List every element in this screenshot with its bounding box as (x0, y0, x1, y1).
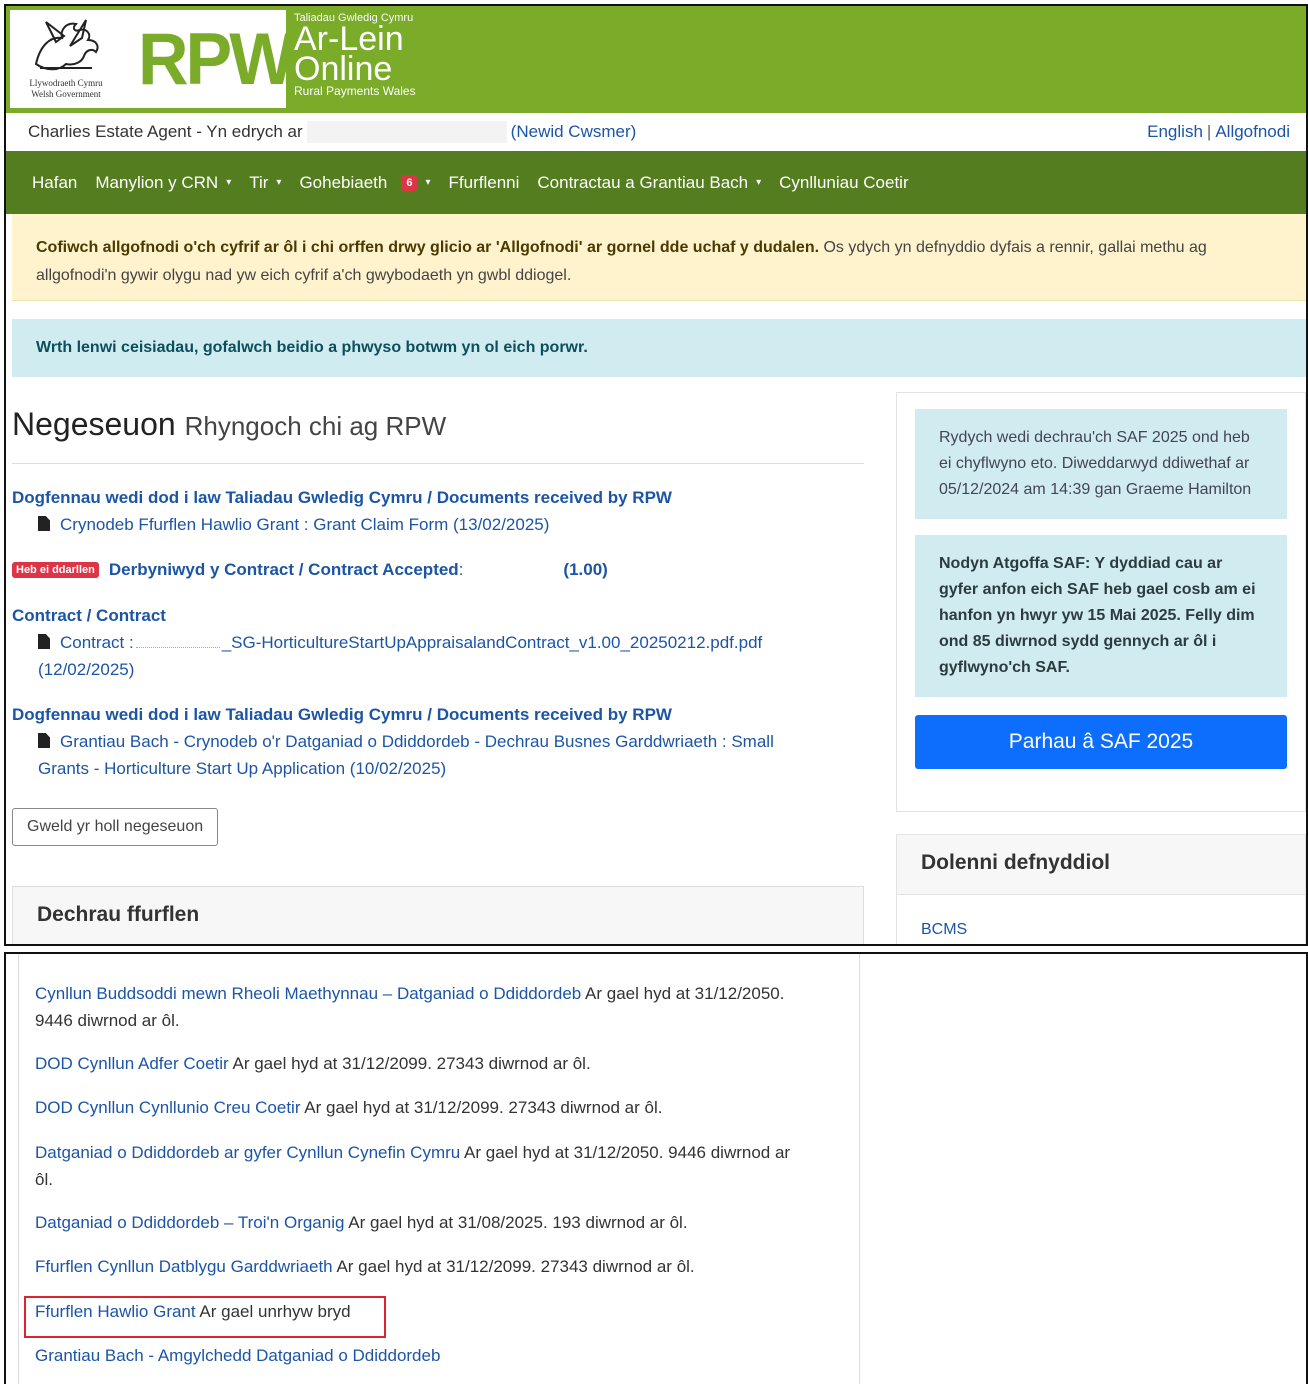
message-heading-link[interactable]: Derbyniwyd y Contract / Contract Accepte… (109, 560, 608, 579)
online-top-label: Taliadau Gwledig Cymru (294, 12, 414, 24)
messages-subtitle: Rhyngoch chi ag RPW (184, 411, 447, 441)
saf-reminder-info: Nodyn Atgoffa SAF: Y dyddiad cau ar gyfe… (915, 535, 1287, 697)
form-list-item: Cynllun Buddsoddi mewn Rheoli Maethynnau… (35, 980, 835, 1034)
message-document-date[interactable]: (12/02/2025) (38, 660, 134, 679)
nav-woodland-plans[interactable]: Cynlluniau Coetir (779, 173, 908, 193)
gov-name-cy: Llywodraeth Cymru (29, 78, 103, 88)
highlight-box (24, 1296, 386, 1338)
rpw-logo-text: RPW (138, 18, 295, 100)
saf-status-info: Rydych wedi dechrau'ch SAF 2025 ond heb … (915, 409, 1287, 519)
site-header: Llywodraeth Cymru Welsh Government RPW T… (6, 6, 1306, 113)
online-bottom-label: Rural Payments Wales (294, 84, 416, 98)
customer-name-redacted (306, 121, 507, 143)
useful-links-title: Dolenni defnyddiol (897, 835, 1305, 895)
form-link[interactable]: DOD Cynllun Cynllunio Creu Coetir (35, 1098, 300, 1117)
messages-section: Negeseuon Rhyngoch chi ag RPW Dogfennau … (12, 406, 864, 846)
form-link[interactable]: Datganiad o Ddiddordeb ar gyfer Cynllun … (35, 1143, 460, 1162)
nav-land[interactable]: Tir ▾ (249, 173, 281, 193)
document-icon (38, 516, 50, 531)
saf-status-card: Rydych wedi dechrau'ch SAF 2025 ond heb … (896, 392, 1306, 812)
form-availability-cont: 9446 diwrnod ar ôl. (35, 1011, 180, 1030)
message-heading-link[interactable]: Dogfennau wedi dod i law Taliadau Gwledi… (12, 705, 672, 724)
message-item: Heb ei ddarllen Derbyniwyd y Contract / C… (12, 556, 864, 584)
message-item: Dogfennau wedi dod i law Taliadau Gwledi… (12, 701, 864, 782)
form-list-item: Datganiad o Ddiddordeb ar gyfer Cynllun … (35, 1139, 835, 1193)
form-list-item: Grantiau Bach - Amgylchedd Datganiad o D… (35, 1342, 835, 1369)
main-nav: Hafan Manylion y CRN ▾ Tir ▾ Gohebiaeth 6 ▾ … (6, 151, 1306, 214)
back-button-info-text: Wrth lenwi ceisiadau, gofalwch beidio a … (36, 339, 588, 356)
welsh-government-logo[interactable]: Llywodraeth Cymru Welsh Government (10, 10, 122, 108)
message-heading-link[interactable]: Contract / Contract (12, 606, 166, 625)
form-availability: Ar gael hyd at 31/12/2050. 9446 diwrnod … (464, 1143, 791, 1162)
form-availability: Ar gael hyd at 31/08/2025. 193 diwrnod a… (348, 1213, 688, 1232)
unread-badge: Heb ei ddarllen (12, 562, 99, 578)
form-link[interactable]: Cynllun Buddsoddi mewn Rheoli Maethynnau… (35, 984, 581, 1003)
nav-contracts-small-grants[interactable]: Contractau a Grantiau Bach ▾ (537, 173, 761, 193)
screenshot-top: Llywodraeth Cymru Welsh Government RPW T… (4, 4, 1308, 946)
message-item: Dogfennau wedi dod i law Taliadau Gwledi… (12, 484, 864, 538)
dragon-icon (34, 19, 99, 71)
message-item: Contract / Contract Contract : _SG-Hortic… (12, 602, 864, 683)
back-button-info-alert: Wrth lenwi ceisiadau, gofalwch beidio a … (12, 319, 1306, 377)
form-list-item: Datganiad o Ddiddordeb – Troi'n Organig … (35, 1209, 835, 1236)
document-icon (38, 733, 50, 748)
messages-title: Negeseuon (12, 406, 176, 442)
form-list-item: DOD Cynllun Cynllunio Creu Coetir Ar gae… (35, 1094, 835, 1121)
change-customer-link[interactable]: (Newid Cwsmer) (511, 122, 637, 142)
message-document-link-cont[interactable]: Grants - Horticulture Start Up Applicati… (38, 759, 446, 778)
chevron-down-icon: ▾ (425, 177, 431, 188)
bcms-link[interactable]: BCMS (921, 921, 967, 938)
form-availability: Ar gael hyd at 31/12/2099. 27343 diwrnod… (232, 1054, 591, 1073)
english-link[interactable]: English (1147, 122, 1203, 142)
form-availability: Ar gael hyd at 31/12/2099. 27343 diwrnod… (304, 1098, 663, 1117)
nav-home[interactable]: Hafan (32, 173, 77, 193)
gov-name-en: Welsh Government (31, 89, 101, 99)
form-link[interactable]: Ffurflen Cynllun Datblygu Garddwriaeth (35, 1257, 333, 1276)
message-document-link[interactable]: Contract : _SG-HorticultureStartUpApprais… (60, 633, 762, 652)
form-link[interactable]: DOD Cynllun Adfer Coetir (35, 1054, 229, 1073)
nav-correspondence[interactable]: Gohebiaeth 6 ▾ (299, 173, 430, 193)
available-forms-list: Cynllun Buddsoddi mewn Rheoli Maethynnau… (18, 954, 860, 1384)
logout-warning-bold: Cofiwch allgofnodi o'ch cyfrif ar ôl i c… (36, 239, 820, 256)
continue-saf-button[interactable]: Parhau â SAF 2025 (915, 715, 1287, 769)
start-form-title: Dechrau ffurflen (37, 903, 200, 926)
form-list-item: Ffurflen Cynllun Datblygu Garddwriaeth A… (35, 1253, 835, 1280)
screenshot-bottom: Cynllun Buddsoddi mewn Rheoli Maethynnau… (4, 952, 1308, 1384)
form-availability-cont: ôl. (35, 1170, 53, 1189)
message-heading-link[interactable]: Dogfennau wedi dod i law Taliadau Gwledi… (12, 488, 672, 507)
online-title: Taliadau Gwledig Cymru Ar-Lein Online Ru… (294, 12, 416, 98)
chevron-down-icon: ▾ (276, 177, 282, 188)
separator: | (1206, 122, 1212, 141)
form-link[interactable]: Grantiau Bach - Amgylchedd Datganiad o D… (35, 1346, 440, 1365)
form-list-item: DOD Cynllun Adfer Coetir Ar gael hyd at … (35, 1050, 835, 1077)
chevron-down-icon: ▾ (226, 177, 232, 188)
view-all-messages-button[interactable]: Gweld yr holl negeseuon (12, 808, 219, 846)
user-bar: Charlies Estate Agent - Yn edrych ar (Ne… (6, 113, 1306, 151)
message-document-link[interactable]: Crynodeb Ffurflen Hawlio Grant : Grant C… (60, 515, 549, 534)
form-availability: Ar gael hyd at 31/12/2099. 27343 diwrnod… (336, 1257, 695, 1276)
online-en-label: Online (294, 50, 393, 88)
nav-crn-details[interactable]: Manylion y CRN ▾ (95, 173, 231, 193)
useful-links-card: Dolenni defnyddiol BCMS (896, 834, 1306, 944)
rpw-logo[interactable]: RPW (122, 10, 295, 108)
form-link[interactable]: Datganiad o Ddiddordeb – Troi'n Organig (35, 1213, 344, 1232)
viewing-as-label: Charlies Estate Agent - Yn edrych ar (28, 122, 303, 141)
correspondence-count-badge: 6 (401, 174, 418, 191)
logout-warning-alert: Cofiwch allgofnodi o'ch cyfrif ar ôl i c… (12, 214, 1306, 301)
document-icon (38, 634, 50, 649)
form-availability: Ar gael hyd at 31/12/2050. (585, 984, 785, 1003)
start-form-card-header: Dechrau ffurflen (12, 886, 864, 944)
message-document-link[interactable]: Grantiau Bach - Crynodeb o'r Datganiad o… (60, 732, 774, 751)
page-title: Negeseuon Rhyngoch chi ag RPW (12, 406, 864, 464)
logout-link[interactable]: Allgofnodi (1215, 122, 1290, 142)
nav-forms[interactable]: Ffurflenni (449, 173, 520, 193)
chevron-down-icon: ▾ (756, 177, 762, 188)
